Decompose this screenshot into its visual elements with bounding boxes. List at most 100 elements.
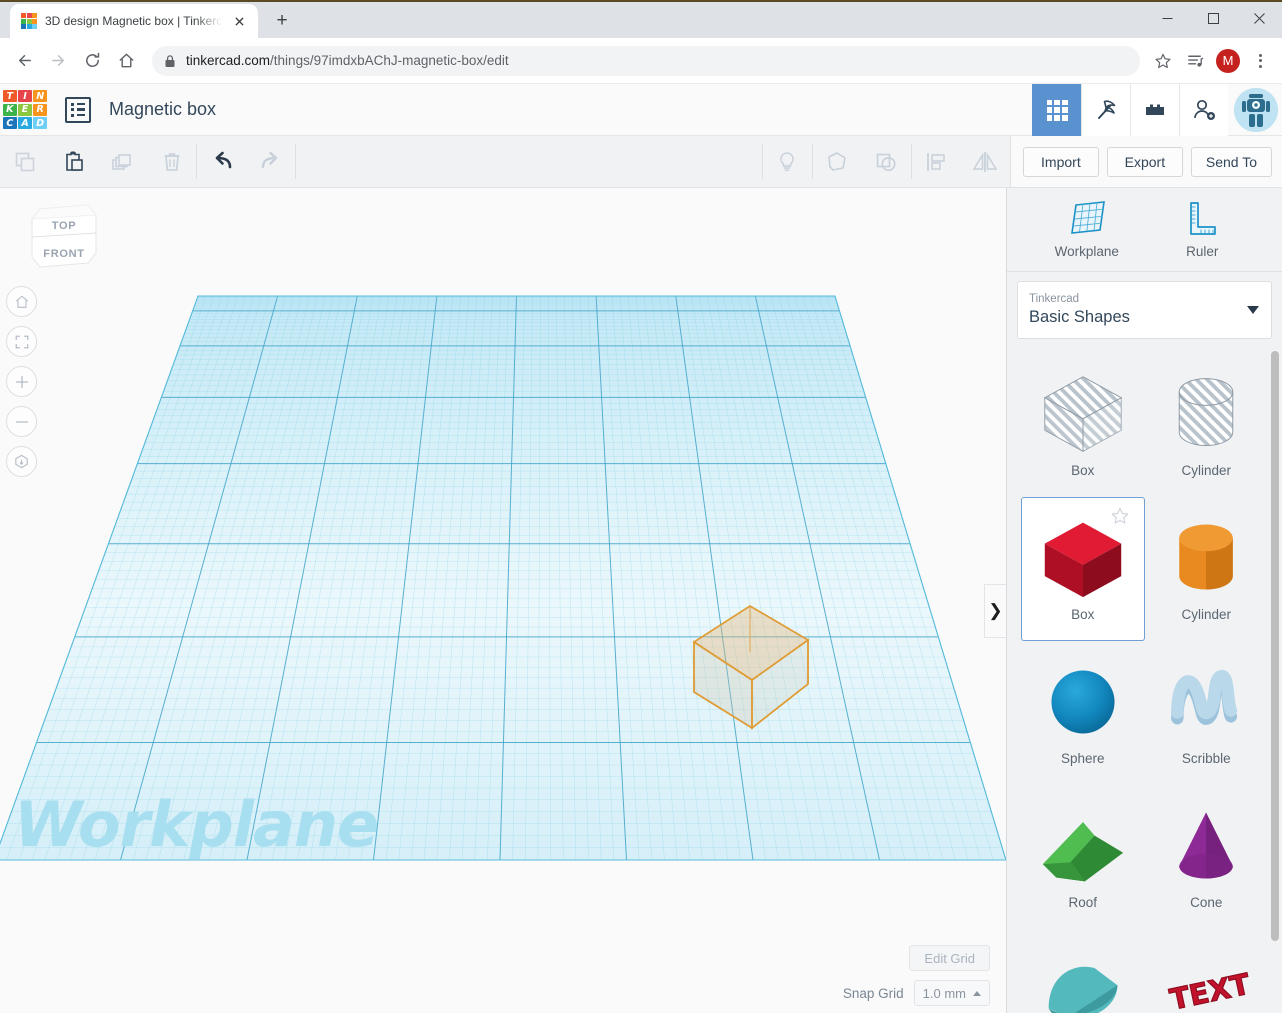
shape-item-roundroof-teal[interactable]: Round Roof — [1021, 929, 1145, 1013]
box-hatched-icon — [1035, 371, 1131, 457]
shape-item-label: Sphere — [1060, 751, 1105, 767]
import-button[interactable]: Import — [1022, 146, 1099, 177]
shape-item-text-red[interactable]: TEXTText — [1145, 929, 1269, 1013]
trash-icon[interactable] — [147, 136, 196, 187]
reload-icon[interactable] — [76, 45, 108, 77]
shape-library-select[interactable]: Tinkercad Basic Shapes — [1017, 280, 1272, 339]
document-actions: Import Export Send To — [1009, 136, 1282, 187]
sphere-blue-icon — [1035, 659, 1131, 745]
grid-settings: Edit Grid Snap Grid 1.0 mm — [843, 945, 990, 1006]
zoom-in-button[interactable] — [6, 366, 37, 397]
browser-tab[interactable]: 3D design Magnetic box | Tinkercad — [10, 4, 258, 38]
shape-item-cylinder-hatched[interactable]: Cylinder — [1145, 353, 1269, 497]
app-header-actions — [1032, 84, 1282, 136]
kebab-menu-icon[interactable] — [1246, 46, 1274, 76]
minimize-icon[interactable] — [1144, 2, 1190, 34]
address-bar[interactable]: tinkercad.com/things/97imdxbAChJ-magneti… — [152, 45, 1140, 76]
duplicate-button[interactable] — [98, 136, 147, 187]
profile-avatar[interactable]: M — [1216, 48, 1240, 73]
brick-lego-icon[interactable] — [1130, 84, 1179, 136]
media-list-icon[interactable] — [1180, 46, 1210, 76]
vertical-scrollbar[interactable] — [1271, 351, 1279, 941]
mirror-flip-icon[interactable] — [961, 136, 1010, 187]
cylinder-hatched-icon — [1158, 371, 1254, 457]
workplane-grid-icon — [1070, 201, 1105, 235]
copy-button[interactable] — [0, 136, 49, 187]
shape-item-roof-green[interactable]: Roof — [1021, 785, 1145, 929]
view-cube-top-label[interactable]: TOP — [26, 217, 102, 235]
new-tab-button[interactable]: + — [268, 7, 296, 35]
page-title[interactable]: Magnetic box — [109, 99, 216, 120]
shape-item-label: Box — [1071, 607, 1095, 623]
back-arrow-icon[interactable] — [8, 45, 40, 77]
library-owner: Tinkercad — [1029, 292, 1080, 305]
chevron-right-icon[interactable]: ❯ — [984, 584, 1006, 638]
redo-arrow-icon[interactable] — [246, 136, 295, 187]
shape-item-label: Cone — [1190, 895, 1223, 911]
browser-toolbar: tinkercad.com/things/97imdxbAChJ-magneti… — [0, 38, 1282, 84]
send-to-button[interactable]: Send To — [1190, 146, 1272, 177]
shape-item-box-hatched[interactable]: Box — [1021, 353, 1145, 497]
fit-frame-icon[interactable] — [6, 326, 37, 357]
shape-item-label: Scribble — [1181, 751, 1231, 767]
shapes-panel: Workplane Ruler Tinkercad Basic Shapes B… — [1006, 188, 1282, 1013]
window-controls — [1144, 2, 1282, 34]
edit-grid-button[interactable]: Edit Grid — [909, 945, 990, 971]
text-red-icon: TEXT — [1158, 947, 1255, 1013]
export-button[interactable]: Export — [1106, 146, 1183, 177]
ungroup-shapes-icon[interactable] — [862, 136, 911, 187]
home-icon[interactable] — [110, 45, 142, 77]
bookmark-star-icon[interactable] — [1148, 46, 1178, 76]
close-icon[interactable] — [230, 12, 248, 30]
shape-item-cone-purple[interactable]: Cone — [1145, 785, 1269, 929]
box-ghost-preview[interactable] — [686, 592, 816, 732]
shape-item-box-red[interactable]: Box — [1021, 496, 1145, 641]
caret-up-icon — [973, 990, 981, 996]
cylinder-orange-icon — [1158, 515, 1254, 601]
undo-arrow-icon[interactable] — [197, 136, 246, 187]
ruler-tool[interactable]: Ruler — [1152, 199, 1252, 259]
app-header: TINKERCAD Magnetic box — [0, 84, 1282, 136]
shape-tools — [763, 136, 1010, 187]
lightbulb-icon[interactable] — [763, 136, 812, 187]
shape-item-label: Box — [1071, 463, 1095, 479]
close-icon[interactable] — [1236, 2, 1282, 34]
main-area: Workplane TOP FRONT Edit Grid Snap Grid … — [0, 188, 1282, 1013]
favorite-star-icon[interactable] — [1110, 506, 1130, 531]
library-select-wrap: Tinkercad Basic Shapes — [1007, 272, 1282, 347]
window-titlebar: 3D design Magnetic box | Tinkercad + — [0, 0, 1282, 38]
ortho-perspective-button[interactable] — [6, 446, 37, 477]
view-cube-front-label[interactable]: FRONT — [26, 245, 102, 263]
shape-item-cylinder-orange[interactable]: Cylinder — [1145, 497, 1269, 641]
workplane-tool[interactable]: Workplane — [1037, 199, 1137, 259]
user-robot-avatar[interactable] — [1234, 88, 1278, 132]
workplane-watermark: Workplane — [14, 788, 379, 861]
workplane-grid — [0, 295, 1006, 861]
codeblocks-pickaxe-icon[interactable] — [1081, 84, 1130, 136]
blocks-grid-icon[interactable] — [1032, 84, 1081, 136]
roundroof-teal-icon — [1035, 947, 1131, 1013]
shape-item-label: Cylinder — [1181, 463, 1232, 479]
shape-item-scribble-lightblue[interactable]: Scribble — [1145, 641, 1269, 785]
zoom-out-button[interactable] — [6, 406, 37, 437]
paste-button[interactable] — [49, 136, 98, 187]
align-icon[interactable] — [912, 136, 961, 187]
shape-item-sphere-blue[interactable]: Sphere — [1021, 641, 1145, 785]
maximize-icon[interactable] — [1190, 2, 1236, 34]
invite-person-icon[interactable] — [1179, 84, 1228, 136]
shape-item-label: Roof — [1068, 895, 1098, 911]
home-view-button[interactable] — [6, 286, 37, 317]
history-tools — [197, 136, 295, 187]
tinkercad-logo-icon[interactable]: TINKERCAD — [3, 90, 47, 129]
3d-canvas[interactable]: Workplane TOP FRONT Edit Grid Snap Grid … — [0, 188, 1006, 1013]
hamburger-list-icon[interactable] — [65, 96, 91, 123]
snap-grid-select[interactable]: 1.0 mm — [913, 980, 990, 1006]
browser-tab-title: 3D design Magnetic box | Tinkercad — [45, 14, 222, 28]
address-bar-url: tinkercad.com/things/97imdxbAChJ-magneti… — [186, 53, 509, 68]
workplane-tool-label: Workplane — [1054, 244, 1119, 260]
group-shapes-icon[interactable] — [813, 136, 862, 187]
view-cube[interactable]: TOP FRONT — [26, 201, 102, 281]
clipboard-tools — [0, 136, 196, 187]
snap-grid-row: Snap Grid 1.0 mm — [843, 980, 990, 1006]
